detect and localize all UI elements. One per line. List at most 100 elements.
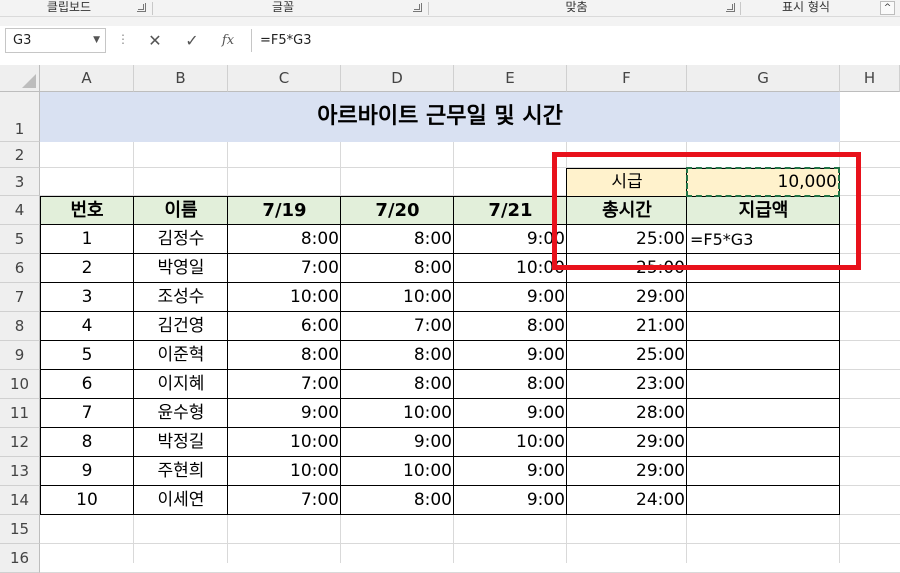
hours-cell[interactable]: 9:00 <box>454 457 567 486</box>
total-hours-cell[interactable]: 29:00 <box>567 457 687 486</box>
hours-cell[interactable]: 8:00 <box>341 225 454 254</box>
name-cell[interactable]: 조성수 <box>134 283 228 312</box>
row-header-10[interactable]: 10 <box>0 370 40 399</box>
row-header-3[interactable]: 3 <box>0 168 40 196</box>
gridline <box>40 543 900 544</box>
header-cell-d: 7/20 <box>341 196 454 225</box>
column-header-h[interactable]: H <box>840 65 900 92</box>
row-header-12[interactable]: 12 <box>0 428 40 457</box>
name-cell[interactable]: 주현희 <box>134 457 228 486</box>
total-hours-cell[interactable]: 29:00 <box>567 428 687 457</box>
hours-cell[interactable]: 7:00 <box>228 254 341 283</box>
number-cell[interactable]: 10 <box>40 486 134 515</box>
number-cell[interactable]: 6 <box>40 370 134 399</box>
hours-cell[interactable]: 7:00 <box>228 370 341 399</box>
hours-cell[interactable]: 10:00 <box>341 457 454 486</box>
row-header-6[interactable]: 6 <box>0 254 40 283</box>
hours-cell[interactable]: 7:00 <box>228 486 341 515</box>
hours-cell[interactable]: 8:00 <box>454 370 567 399</box>
hours-cell[interactable]: 8:00 <box>454 312 567 341</box>
column-header-d[interactable]: D <box>341 65 454 92</box>
row-header-2[interactable]: 2 <box>0 142 40 168</box>
hours-cell[interactable]: 9:00 <box>454 486 567 515</box>
table-border <box>40 485 840 486</box>
name-cell[interactable]: 김건영 <box>134 312 228 341</box>
name-cell[interactable]: 이지혜 <box>134 370 228 399</box>
hours-cell[interactable]: 8:00 <box>341 341 454 370</box>
name-cell[interactable]: 이준혁 <box>134 341 228 370</box>
number-cell[interactable]: 1 <box>40 225 134 254</box>
hours-cell[interactable]: 10:00 <box>228 457 341 486</box>
number-cell[interactable]: 4 <box>40 312 134 341</box>
table-border <box>133 196 134 515</box>
row-header-14[interactable]: 14 <box>0 486 40 515</box>
row-header-16[interactable]: 16 <box>0 544 40 573</box>
total-hours-cell[interactable]: 24:00 <box>567 486 687 515</box>
name-cell[interactable]: 이세연 <box>134 486 228 515</box>
table-border <box>40 311 840 312</box>
row-header-1[interactable]: 1 <box>0 92 40 142</box>
total-hours-cell[interactable]: 29:00 <box>567 283 687 312</box>
total-hours-cell[interactable]: 21:00 <box>567 312 687 341</box>
row-header-5[interactable]: 5 <box>0 225 40 254</box>
table-border <box>40 196 41 515</box>
row-header-7[interactable]: 7 <box>0 283 40 312</box>
hours-cell[interactable]: 10:00 <box>454 428 567 457</box>
name-cell[interactable]: 박영일 <box>134 254 228 283</box>
red-highlight-box <box>552 152 861 270</box>
number-cell[interactable]: 9 <box>40 457 134 486</box>
hours-cell[interactable]: 10:00 <box>341 283 454 312</box>
hours-cell[interactable]: 9:00 <box>454 341 567 370</box>
row-header-4[interactable]: 4 <box>0 196 40 225</box>
table-border <box>340 196 341 515</box>
number-cell[interactable]: 3 <box>40 283 134 312</box>
table-border <box>227 196 228 515</box>
hours-cell[interactable]: 7:00 <box>341 312 454 341</box>
name-cell[interactable]: 박정길 <box>134 428 228 457</box>
hours-cell[interactable]: 8:00 <box>228 225 341 254</box>
hours-cell[interactable]: 10:00 <box>228 428 341 457</box>
hours-cell[interactable]: 9:00 <box>228 399 341 428</box>
row-header-9[interactable]: 9 <box>0 341 40 370</box>
number-cell[interactable]: 8 <box>40 428 134 457</box>
total-hours-cell[interactable]: 23:00 <box>567 370 687 399</box>
column-header-f[interactable]: F <box>567 65 687 92</box>
worksheet-grid[interactable]: A B C D E F G H 1 2 3 4 5 6 7 8 9 10 11 12 13 14 15 16 아르바이트 근무일… <box>0 0 900 573</box>
number-cell[interactable]: 2 <box>40 254 134 283</box>
hours-cell[interactable]: 8:00 <box>341 254 454 283</box>
number-cell[interactable]: 5 <box>40 341 134 370</box>
title-cell: 아르바이트 근무일 및 시간 <box>40 92 840 142</box>
column-header-e[interactable]: E <box>454 65 567 92</box>
total-hours-cell[interactable]: 25:00 <box>567 341 687 370</box>
name-cell[interactable]: 김정수 <box>134 225 228 254</box>
hours-cell[interactable]: 8:00 <box>341 486 454 515</box>
hours-cell[interactable]: 10:00 <box>454 254 567 283</box>
hours-cell[interactable]: 9:00 <box>454 399 567 428</box>
hours-cell[interactable]: 9:00 <box>454 283 567 312</box>
hours-cell[interactable]: 9:00 <box>341 428 454 457</box>
total-hours-cell[interactable]: 28:00 <box>567 399 687 428</box>
hours-cell[interactable]: 8:00 <box>228 341 341 370</box>
number-cell[interactable]: 7 <box>40 399 134 428</box>
row-header-13[interactable]: 13 <box>0 457 40 486</box>
column-header-c[interactable]: C <box>228 65 341 92</box>
table-border <box>40 369 840 370</box>
hours-cell[interactable]: 6:00 <box>228 312 341 341</box>
hours-cell[interactable]: 8:00 <box>341 370 454 399</box>
row-header-11[interactable]: 11 <box>0 399 40 428</box>
row-header-8[interactable]: 8 <box>0 312 40 341</box>
column-header-g[interactable]: G <box>687 65 840 92</box>
header-cell-e: 7/21 <box>454 196 567 225</box>
hours-cell[interactable]: 10:00 <box>341 399 454 428</box>
table-border <box>40 282 840 283</box>
hours-cell[interactable]: 10:00 <box>228 283 341 312</box>
select-all-button[interactable] <box>0 65 40 92</box>
column-header-a[interactable]: A <box>40 65 134 92</box>
table-border <box>40 456 840 457</box>
hours-cell[interactable]: 9:00 <box>454 225 567 254</box>
column-header-b[interactable]: B <box>134 65 228 92</box>
table-border <box>453 196 454 515</box>
name-cell[interactable]: 윤수형 <box>134 399 228 428</box>
row-header-15[interactable]: 15 <box>0 515 40 544</box>
table-border <box>40 427 840 428</box>
